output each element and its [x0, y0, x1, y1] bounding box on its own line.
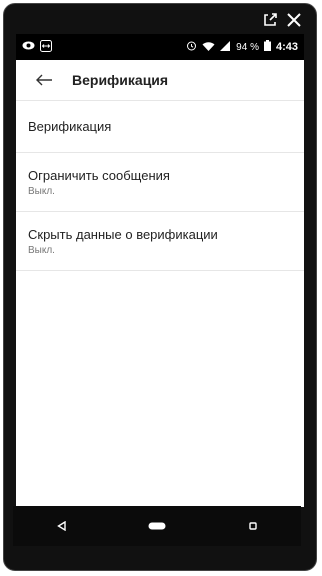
external-link-icon[interactable]	[262, 12, 278, 28]
back-triangle-icon[interactable]	[41, 512, 81, 540]
setting-value: Выкл.	[28, 244, 55, 256]
setting-limit-messages[interactable]: Ограничить сообщения Выкл.	[16, 153, 304, 212]
eye-icon	[22, 41, 35, 53]
setting-hide-verification-data[interactable]: Скрыть данные о верификации Выкл.	[16, 212, 304, 271]
app-bar: Верификация	[16, 60, 304, 101]
recents-square-icon[interactable]	[233, 512, 273, 540]
clock: 4:43	[275, 41, 298, 53]
setting-label: Скрыть данные о верификации	[28, 226, 218, 242]
status-bar: 94 % 4:43	[16, 34, 304, 60]
wifi-icon	[202, 41, 215, 54]
close-icon[interactable]	[286, 12, 302, 28]
navigation-bar	[13, 506, 301, 546]
signal-icon	[220, 40, 231, 54]
phone-screen: 94 % 4:43 Верификация Верификация Ограни…	[16, 34, 304, 507]
setting-value: Выкл.	[28, 185, 55, 197]
setting-label: Ограничить сообщения	[28, 167, 170, 183]
device-frame: 94 % 4:43 Верификация Верификация Ограни…	[3, 3, 317, 571]
setting-verification[interactable]: Верификация	[16, 101, 304, 153]
page-title: Верификация	[72, 72, 169, 88]
battery-icon	[263, 40, 271, 54]
alarm-icon	[186, 40, 197, 54]
window-controls	[262, 12, 302, 28]
setting-label: Верификация	[28, 119, 112, 134]
teamviewer-icon	[40, 39, 52, 55]
back-arrow-icon[interactable]	[16, 74, 72, 86]
home-pill-icon[interactable]	[137, 512, 177, 540]
battery-text: 94 %	[236, 41, 259, 53]
